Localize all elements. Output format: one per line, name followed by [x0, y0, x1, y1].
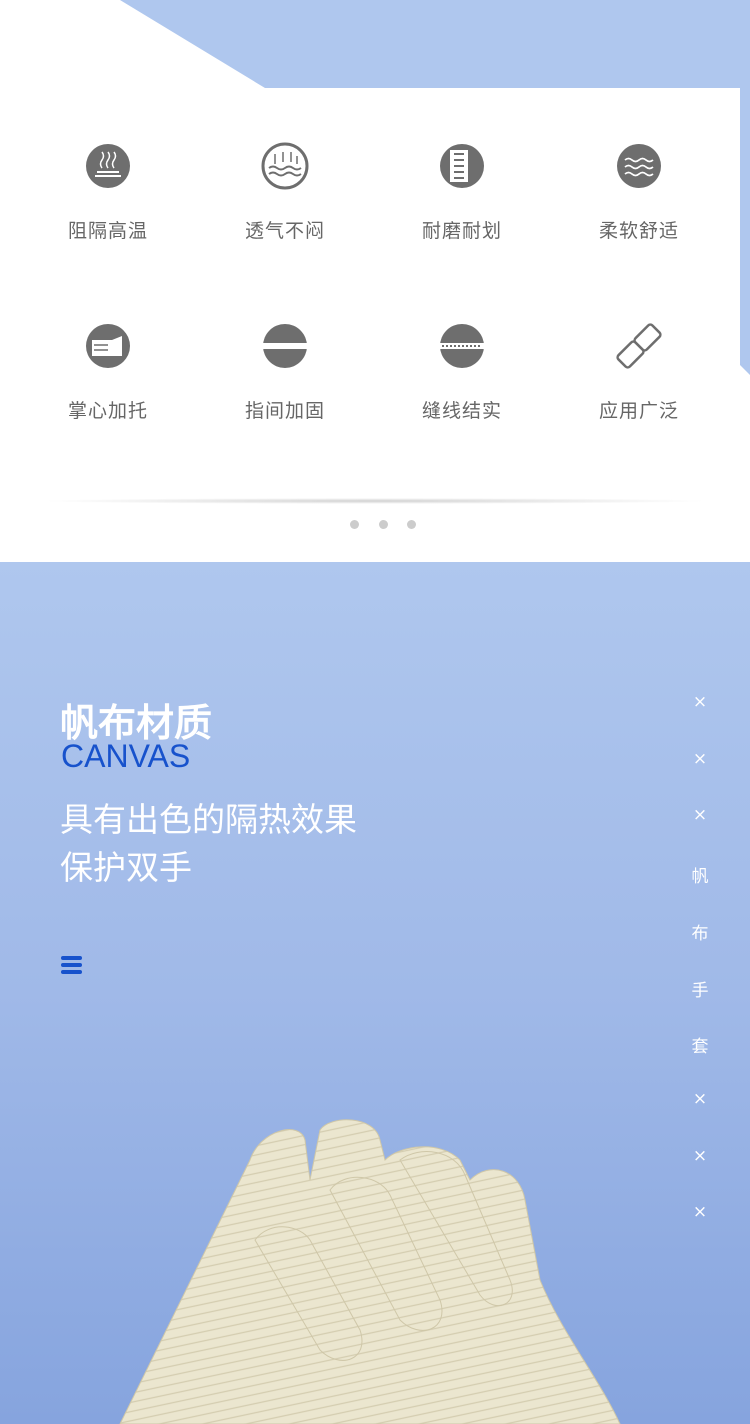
section-subtitle: CANVAS [61, 738, 191, 774]
menu-icon[interactable] [61, 956, 82, 974]
carousel-dot[interactable] [407, 520, 416, 529]
section-description: 具有出色的隔热效果 保护双手 [60, 796, 357, 892]
side-label-char: 帆 [691, 867, 709, 888]
feature-label: 耐磨耐划 [421, 220, 502, 242]
carousel-dot[interactable] [379, 520, 388, 529]
feature-label: 透气不闷 [244, 220, 325, 242]
feature-item: 透气不闷 [215, 138, 355, 243]
close-mark-icon: × [692, 692, 708, 712]
carousel-dot[interactable] [350, 520, 359, 529]
feature-item: 柔软舒适 [569, 138, 709, 243]
feature-label: 阻隔高温 [67, 220, 148, 242]
feature-item: 阻隔高温 [38, 138, 178, 243]
heat-insulation-icon [86, 144, 130, 188]
divider-shadow [40, 498, 710, 504]
reinforced-finger-icon [263, 324, 307, 368]
side-label-char: 套 [691, 1037, 709, 1058]
feature-label: 柔软舒适 [598, 220, 679, 242]
breathable-icon [261, 142, 309, 190]
palm-icon [86, 324, 130, 368]
side-label-char: 手 [691, 980, 709, 1001]
side-label-char: 布 [691, 923, 709, 944]
close-mark-icon: × [692, 805, 708, 826]
desc-line: 具有出色的隔热效果 [60, 800, 357, 839]
soft-waves-icon [617, 144, 661, 188]
feature-label: 缝线结实 [421, 400, 502, 422]
feature-item: 耐磨耐划 [392, 138, 532, 243]
feature-item: 应用广泛 [569, 318, 709, 423]
canvas-glove-image [119, 1119, 621, 1424]
features-panel: 阻隔高温 透气不闷 耐磨耐划 柔软舒适掌心加托 指间加固 缝线结实 应用广泛 [0, 0, 750, 562]
feature-label: 掌心加托 [67, 400, 148, 422]
feature-item: 掌心加托 [38, 318, 178, 423]
feature-label: 指间加固 [244, 400, 325, 422]
stitching-icon [440, 324, 484, 368]
desc-line: 保护双手 [60, 848, 192, 887]
feature-item: 指间加固 [215, 318, 355, 423]
feature-label: 应用广泛 [598, 400, 679, 422]
wear-resistant-icon [440, 144, 484, 188]
link-icon [616, 323, 662, 369]
close-mark-icon: × [692, 748, 708, 769]
feature-item: 缝线结实 [392, 318, 532, 423]
